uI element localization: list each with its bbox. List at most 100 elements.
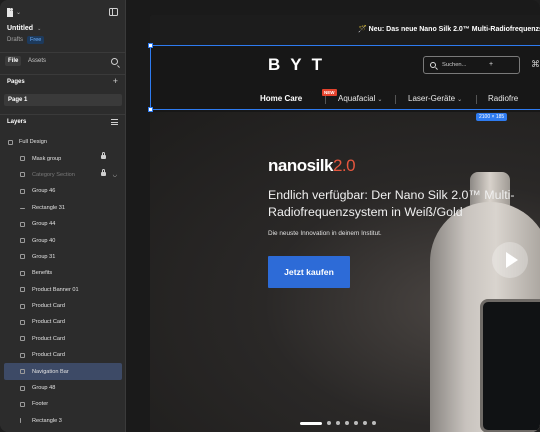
frame-icon bbox=[8, 139, 13, 145]
chevron-down-icon: ⌄ bbox=[377, 97, 383, 103]
carousel-dot[interactable] bbox=[363, 421, 367, 425]
layer-label: Group 48 bbox=[32, 385, 56, 392]
file-name-label: Untitled bbox=[7, 25, 34, 32]
figma-window: ⌄ Untitled ⌄ Drafts Free File Assets Pag… bbox=[0, 0, 540, 432]
layer-label: Navigation Bar bbox=[32, 368, 69, 375]
layer-label: Group 31 bbox=[32, 253, 56, 260]
eye-closed-icon[interactable]: ◡ bbox=[113, 172, 117, 178]
nav-divider bbox=[325, 95, 326, 104]
layer-label: Product Card bbox=[32, 303, 65, 310]
file-location[interactable]: Drafts bbox=[7, 37, 23, 43]
layer-label: Footer bbox=[32, 401, 49, 408]
layer-product-card[interactable]: Product Card bbox=[0, 314, 126, 330]
product-name: nanosilk bbox=[268, 156, 333, 175]
lock-icon[interactable] bbox=[101, 152, 106, 160]
group-icon bbox=[20, 188, 25, 194]
pages-section-header: Pages + bbox=[0, 74, 126, 88]
search-input[interactable]: Suchen... + bbox=[423, 56, 520, 74]
layer-label: Benefits bbox=[32, 270, 53, 277]
search-icon bbox=[430, 62, 436, 68]
plan-badge: Free bbox=[27, 36, 45, 44]
hero-subline: Die neuste Innovation in deinem Institut… bbox=[268, 230, 382, 237]
group-icon bbox=[20, 401, 25, 407]
nav-item-aquafacial[interactable]: Aquafacial ⌄ bbox=[338, 94, 382, 103]
layer-footer[interactable]: Footer bbox=[0, 396, 126, 412]
layer-rectangle-31[interactable]: Rectangle 31 bbox=[0, 200, 126, 216]
chevron-down-icon: ⌄ bbox=[37, 25, 42, 32]
design-canvas[interactable]: 🪄 Neu: Das neue Nano Silk 2.0™ Multi-Rad… bbox=[126, 0, 540, 432]
layer-group-44[interactable]: Group 44 bbox=[0, 216, 126, 232]
layer-label: Product Banner 01 bbox=[32, 286, 79, 293]
pages-title: Pages bbox=[7, 79, 25, 85]
layer-rectangle-3[interactable]: Rectangle 3 bbox=[0, 413, 126, 429]
layers-title: Layers bbox=[7, 119, 27, 125]
figma-logo-icon bbox=[7, 7, 14, 17]
layer-group-31[interactable]: Group 31 bbox=[0, 249, 126, 265]
layer-mask-group[interactable]: Mask group bbox=[0, 150, 126, 166]
layer-product-card[interactable]: Product Card bbox=[0, 298, 126, 314]
layer-label: Product Card bbox=[32, 319, 65, 326]
layer-category-section[interactable]: Category Section ◡ bbox=[0, 167, 126, 183]
main-menu-button[interactable]: ⌄ bbox=[7, 6, 25, 18]
file-name[interactable]: Untitled ⌄ bbox=[7, 25, 41, 32]
carousel-dot[interactable] bbox=[336, 421, 340, 425]
nav-divider bbox=[476, 95, 477, 104]
layers-list-icon[interactable] bbox=[111, 119, 118, 125]
group-icon bbox=[20, 385, 25, 391]
layer-list: Full Design Mask group Category Section … bbox=[0, 134, 126, 429]
full-design-frame[interactable]: 🪄 Neu: Das neue Nano Silk 2.0™ Multi-Rad… bbox=[150, 15, 540, 432]
navigation-bar[interactable]: BYT Suchen... + ⌘ Home Care Aquafacial ⌄ … bbox=[150, 45, 540, 112]
product-version: 2.0 bbox=[332, 156, 356, 175]
layer-navigation-bar[interactable]: Navigation Bar bbox=[4, 363, 122, 380]
toggle-sidebar-icon[interactable] bbox=[109, 8, 118, 16]
group-icon bbox=[20, 303, 25, 309]
add-page-icon[interactable]: + bbox=[113, 77, 118, 86]
carousel-dot[interactable] bbox=[327, 421, 331, 425]
layer-group-46[interactable]: Group 46 bbox=[0, 183, 126, 199]
layer-product-card[interactable]: Product Card bbox=[0, 347, 126, 363]
tab-assets[interactable]: Assets bbox=[25, 56, 49, 66]
file-meta: Drafts Free bbox=[7, 36, 45, 44]
carousel-dot[interactable] bbox=[345, 421, 349, 425]
layer-label: Rectangle 3 bbox=[32, 417, 62, 424]
layer-group-48[interactable]: Group 48 bbox=[0, 380, 126, 396]
device-screen bbox=[480, 299, 540, 432]
carousel-dot-active[interactable] bbox=[300, 421, 322, 425]
carousel-dot[interactable] bbox=[354, 421, 358, 425]
layer-label: Rectangle 31 bbox=[32, 204, 65, 211]
layer-label: Full Design bbox=[19, 139, 47, 146]
lock-icon[interactable] bbox=[101, 168, 106, 176]
carousel-dot[interactable] bbox=[372, 421, 376, 425]
group-icon bbox=[20, 336, 25, 342]
nav-item-laser-geraete[interactable]: Laser-Geräte ⌄ bbox=[408, 94, 462, 103]
search-placeholder: Suchen... bbox=[442, 62, 467, 68]
group-icon bbox=[20, 254, 25, 260]
nav-item-radiofrequenz[interactable]: Radiofre bbox=[488, 94, 518, 103]
nav-item-home-care[interactable]: Home Care bbox=[260, 94, 302, 103]
rectangle-icon bbox=[20, 418, 21, 424]
layer-product-card[interactable]: Product Card bbox=[0, 331, 126, 347]
play-video-icon[interactable] bbox=[492, 242, 528, 278]
search-icon[interactable] bbox=[111, 58, 118, 65]
rectangle-icon bbox=[20, 207, 25, 209]
group-icon bbox=[20, 319, 25, 325]
announcement-bar[interactable]: 🪄 Neu: Das neue Nano Silk 2.0™ Multi-Rad… bbox=[150, 15, 540, 45]
selection-dimensions: 2100 × 185 bbox=[476, 113, 508, 121]
nav-divider bbox=[395, 95, 396, 104]
layer-group-40[interactable]: Group 40 bbox=[0, 232, 126, 248]
group-icon bbox=[20, 270, 25, 276]
layer-benefits[interactable]: Benefits bbox=[0, 265, 126, 281]
new-badge: NEW bbox=[322, 89, 337, 96]
layer-label: Mask group bbox=[32, 155, 62, 162]
layer-label: Group 40 bbox=[32, 237, 56, 244]
buy-now-button[interactable]: Jetzt kaufen bbox=[268, 256, 350, 288]
page-item[interactable]: Page 1 bbox=[4, 94, 122, 106]
layer-full-design[interactable]: Full Design bbox=[0, 134, 126, 150]
tab-file[interactable]: File bbox=[5, 56, 22, 66]
layer-product-banner-01[interactable]: Product Banner 01 bbox=[0, 282, 126, 298]
nav-label: Laser-Geräte bbox=[408, 94, 456, 103]
main-nav: Home Care Aquafacial ⌄ Laser-Geräte ⌄ Radi… bbox=[150, 90, 540, 110]
account-icon[interactable]: ⌘ bbox=[531, 59, 540, 70]
search-plus: + bbox=[489, 61, 494, 68]
brand-logo[interactable]: BYT bbox=[268, 55, 332, 75]
